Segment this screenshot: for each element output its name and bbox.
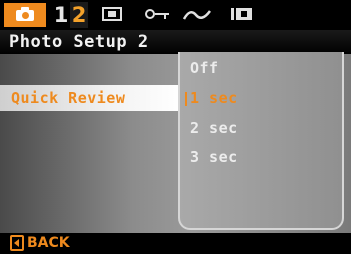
page-title: Photo Setup 2 — [9, 32, 149, 52]
back-arrow-icon[interactable] — [10, 235, 24, 251]
wave-icon[interactable] — [182, 6, 212, 24]
option-3-sec[interactable]: 3 sec — [190, 147, 238, 167]
selection-cursor — [185, 92, 187, 106]
page-2-tab[interactable]: 2 — [70, 2, 88, 28]
menu-item-label: Quick Review — [11, 89, 126, 107]
bottom-bar: BACK — [0, 233, 351, 254]
camera-tab[interactable] — [4, 3, 46, 27]
menu-item-quick-review[interactable]: Quick Review — [0, 85, 182, 111]
key-icon[interactable] — [145, 6, 171, 24]
camera-menu-screen: 1 2 Photo Setup 2 Quick Review Off 1 sec… — [0, 0, 351, 254]
page-1-tab[interactable]: 1 — [52, 2, 70, 28]
option-1-sec[interactable]: 1 sec — [190, 88, 238, 108]
title-bar: Photo Setup 2 — [0, 30, 351, 54]
options-panel: Off 1 sec 2 sec 3 sec — [178, 52, 344, 230]
frame-icon[interactable] — [102, 6, 126, 24]
back-button[interactable]: BACK — [27, 234, 70, 253]
menu-tab-bar: 1 2 — [0, 0, 351, 30]
option-2-sec[interactable]: 2 sec — [190, 118, 238, 138]
option-off[interactable]: Off — [190, 58, 219, 78]
doc-icon[interactable] — [231, 6, 257, 24]
